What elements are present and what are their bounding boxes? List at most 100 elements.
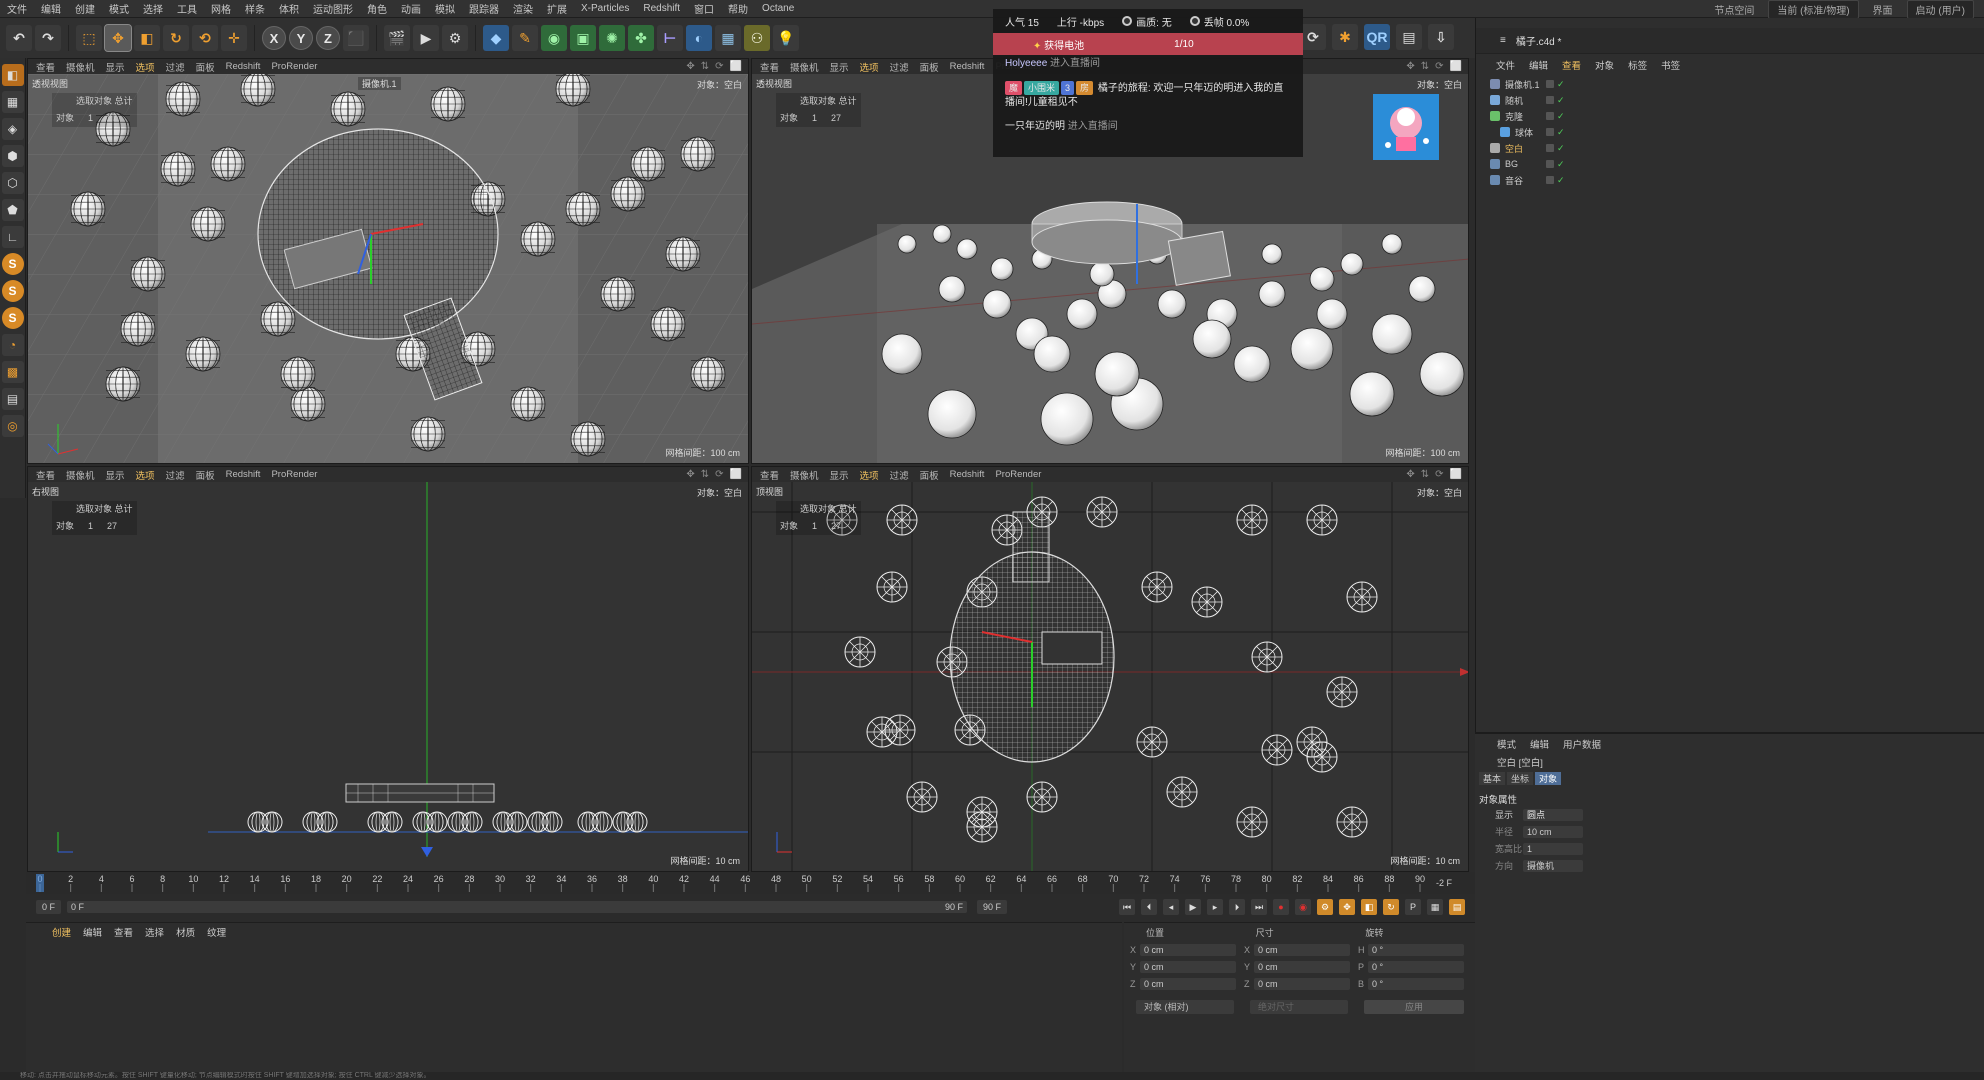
- menu-item[interactable]: Redshift: [636, 3, 687, 14]
- sphere-clone[interactable]: [1306, 741, 1338, 773]
- sphere-clone[interactable]: [1340, 252, 1364, 276]
- move-view-icon[interactable]: ✥: [686, 469, 694, 480]
- sphere-clone[interactable]: [185, 336, 221, 372]
- viewport-top-view[interactable]: 查看 摄像机 显示 选项 过滤 面板 Redshift ProRender ✥ ⇅ ⟳ ⬜: [751, 466, 1469, 872]
- scale-tool-icon[interactable]: ◧: [134, 25, 160, 51]
- sphere-clone[interactable]: [1349, 371, 1395, 417]
- attribute-menu-item[interactable]: 编辑: [1530, 737, 1549, 751]
- dynamics-icon[interactable]: ✱: [1332, 24, 1358, 50]
- snap-3d-icon[interactable]: S: [1, 307, 24, 329]
- viewport-menu-item[interactable]: ProRender: [995, 469, 1041, 480]
- sphere-clone[interactable]: [1346, 581, 1378, 613]
- viewport-menu-item[interactable]: 查看: [36, 468, 55, 482]
- attribute-prop-value[interactable]: 1: [1523, 842, 1583, 855]
- viewport-menu-item[interactable]: 选项: [860, 60, 879, 74]
- visibility-icon[interactable]: [1546, 144, 1554, 152]
- attribute-prop-value[interactable]: 摄像机: [1523, 859, 1583, 872]
- sphere-clone[interactable]: [160, 151, 196, 187]
- cloner-icon[interactable]: ✺: [599, 25, 625, 51]
- x-axis-lock-icon[interactable]: X: [262, 26, 286, 50]
- sphere-clone[interactable]: [690, 356, 726, 392]
- object-row[interactable]: 克隆 ✓: [1476, 108, 1984, 124]
- cube-icon[interactable]: ◆: [483, 25, 509, 51]
- transform-tool-icon[interactable]: ✛: [221, 25, 247, 51]
- menu-item[interactable]: 动画: [394, 1, 428, 16]
- visibility-icon[interactable]: [1546, 176, 1554, 184]
- mograph-icon[interactable]: ✤: [628, 25, 654, 51]
- battery-bar[interactable]: ✦ 获得电池 1/10: [993, 33, 1303, 55]
- sphere-clone[interactable]: [927, 389, 977, 439]
- viewport-menu-item[interactable]: 显示: [830, 60, 849, 74]
- viewport-menu-item[interactable]: ProRender: [271, 61, 317, 72]
- field-icon[interactable]: ◐: [686, 25, 712, 51]
- object-row[interactable]: 摄像机.1 ✓: [1476, 76, 1984, 92]
- axis-mode-icon[interactable]: ∟: [1, 226, 24, 248]
- sphere-clone[interactable]: [1040, 392, 1094, 446]
- object-manager-tab[interactable]: 书签: [1661, 58, 1680, 72]
- drop-radio[interactable]: 丢帧 0.0%: [1189, 14, 1249, 29]
- goto-start-icon[interactable]: ⏮: [1119, 899, 1135, 915]
- sphere-clone[interactable]: [990, 257, 1014, 281]
- move-view-icon[interactable]: ✥: [1406, 469, 1414, 480]
- viewport-menu-item[interactable]: 面板: [920, 468, 939, 482]
- sphere-clone[interactable]: [600, 276, 636, 312]
- solo-icon[interactable]: ◎: [1, 415, 24, 437]
- rotate-tool-icon[interactable]: ↻: [163, 25, 189, 51]
- sphere-clone[interactable]: [1419, 351, 1465, 397]
- extrude-icon[interactable]: ▣: [570, 25, 596, 51]
- enabled-check-icon[interactable]: ✓: [1557, 80, 1565, 89]
- sphere-clone[interactable]: [570, 421, 606, 457]
- document-tab[interactable]: ≡ 橘子.c4d *: [1476, 28, 1984, 54]
- menu-item[interactable]: 创建: [68, 1, 102, 16]
- viewport-menu-item[interactable]: 过滤: [890, 468, 909, 482]
- sphere-clone[interactable]: [630, 146, 666, 182]
- maximize-view-icon[interactable]: ⬜: [730, 469, 742, 480]
- viewport-menu-item[interactable]: 选项: [136, 468, 155, 482]
- zoom-view-icon[interactable]: ⇅: [1421, 61, 1429, 72]
- position-field[interactable]: 0 cm: [1140, 977, 1236, 990]
- menu-item[interactable]: 渲染: [506, 1, 540, 16]
- prev-key-icon[interactable]: ⏴: [1141, 899, 1157, 915]
- enabled-check-icon[interactable]: ✓: [1557, 128, 1565, 137]
- enabled-check-icon[interactable]: ✓: [1557, 160, 1565, 169]
- sphere-clone[interactable]: [932, 224, 952, 244]
- enabled-check-icon[interactable]: ✓: [1557, 176, 1565, 185]
- sphere-clone[interactable]: [1192, 319, 1232, 359]
- sphere-clone[interactable]: [1261, 734, 1293, 766]
- grid-icon[interactable]: ▩: [1, 361, 24, 383]
- maximize-view-icon[interactable]: ⬜: [1450, 61, 1462, 72]
- sphere-clone[interactable]: [886, 504, 918, 536]
- viewport-perspective-top-left[interactable]: 查看 摄像机 显示 选项 过滤 面板 Redshift ProRender ✥ ⇅ ⟳ ⬜: [27, 58, 749, 464]
- timeline-icon[interactable]: ▤: [1449, 899, 1465, 915]
- move-tool-icon[interactable]: ✥: [104, 24, 132, 52]
- sphere-clone[interactable]: [165, 81, 201, 117]
- time-slider[interactable]: 0 F 90 F: [67, 901, 968, 913]
- sphere-clone[interactable]: [1258, 280, 1286, 308]
- zoom-view-icon[interactable]: ⇅: [701, 469, 709, 480]
- sphere-clone[interactable]: [1261, 243, 1283, 265]
- camera-label[interactable]: 摄像机.1: [358, 77, 401, 90]
- record-icon[interactable]: ⟳: [1300, 24, 1326, 50]
- viewport-menu-item[interactable]: 摄像机: [66, 468, 95, 482]
- sphere-clone[interactable]: [1408, 275, 1436, 303]
- locked-workplane-icon[interactable]: ◔: [1, 334, 24, 356]
- menu-item[interactable]: 编辑: [34, 1, 68, 16]
- render-region-icon[interactable]: 🎬: [384, 25, 410, 51]
- size-field[interactable]: 0 cm: [1254, 960, 1350, 973]
- sphere-clone[interactable]: [1166, 776, 1198, 808]
- material-menu-item[interactable]: 创建: [52, 925, 71, 939]
- object-manager-tab[interactable]: 对象: [1595, 58, 1614, 72]
- menu-item[interactable]: 体积: [272, 1, 306, 16]
- object-manager-tab[interactable]: 文件: [1496, 58, 1515, 72]
- sphere-clone[interactable]: [210, 146, 246, 182]
- viewport-right-view[interactable]: 查看 摄像机 显示 选项 过滤 面板 Redshift ProRender ✥ ⇅ ⟳ ⬜ 右…: [27, 466, 749, 872]
- sphere-clone[interactable]: [1290, 327, 1334, 371]
- menu-item[interactable]: X-Particles: [574, 3, 636, 14]
- viewport-menu-item[interactable]: Redshift: [226, 469, 261, 480]
- model-mode-icon[interactable]: ▦: [1, 91, 24, 113]
- playhead[interactable]: [36, 874, 44, 892]
- menu-item[interactable]: 跟踪器: [462, 1, 506, 16]
- move-view-icon[interactable]: ✥: [686, 61, 694, 72]
- menu-item[interactable]: 运动图形: [306, 1, 360, 16]
- camera-icon[interactable]: ⚇: [744, 25, 770, 51]
